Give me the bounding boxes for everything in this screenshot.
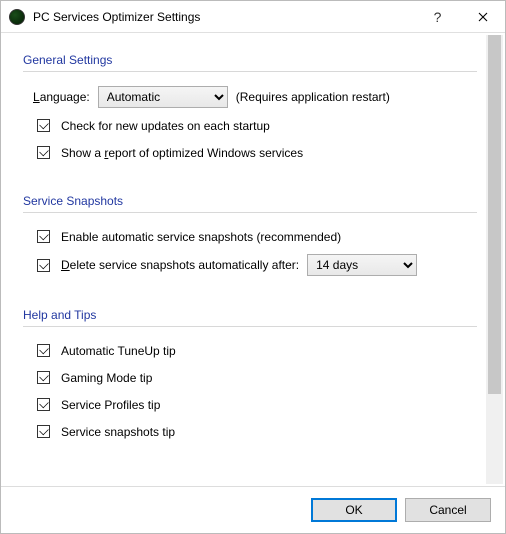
- check-updates-label: Check for new updates on each startup: [61, 119, 270, 133]
- delete-snapshots-checkbox[interactable]: [37, 259, 50, 272]
- tip-profiles-checkbox[interactable]: [37, 398, 50, 411]
- show-report-row[interactable]: Show a report of optimized Windows servi…: [33, 143, 477, 162]
- cancel-button[interactable]: Cancel: [405, 498, 491, 522]
- check-updates-checkbox[interactable]: [37, 119, 50, 132]
- tip-snapshots-checkbox[interactable]: [37, 425, 50, 438]
- close-button[interactable]: [460, 1, 505, 32]
- language-row: Language: Automatic (Requires applicatio…: [33, 86, 477, 108]
- tip-auto-tuneup-label: Automatic TuneUp tip: [61, 344, 176, 358]
- show-report-checkbox[interactable]: [37, 146, 50, 159]
- help-tips-heading: Help and Tips: [23, 308, 477, 322]
- show-report-label: Show a report of optimized Windows servi…: [61, 146, 303, 160]
- scrollbar-thumb[interactable]: [488, 35, 501, 394]
- close-icon: [478, 12, 488, 22]
- app-icon: [9, 9, 25, 25]
- tip-gaming-checkbox[interactable]: [37, 371, 50, 384]
- tip-profiles-row[interactable]: Service Profiles tip: [33, 395, 477, 414]
- tip-gaming-row[interactable]: Gaming Mode tip: [33, 368, 477, 387]
- tip-auto-tuneup-checkbox[interactable]: [37, 344, 50, 357]
- delete-after-select[interactable]: 14 days: [307, 254, 417, 276]
- tip-profiles-label: Service Profiles tip: [61, 398, 160, 412]
- language-note: (Requires application restart): [236, 90, 390, 104]
- divider: [23, 71, 477, 72]
- delete-snapshots-label: Delete service snapshots automatically a…: [61, 258, 299, 272]
- client-area: General Settings Language: Automatic (Re…: [1, 33, 505, 533]
- tip-snapshots-label: Service snapshots tip: [61, 425, 175, 439]
- general-settings-heading: General Settings: [23, 53, 477, 67]
- scroll-area: General Settings Language: Automatic (Re…: [1, 33, 505, 486]
- help-button[interactable]: ?: [415, 1, 460, 32]
- tip-auto-tuneup-row[interactable]: Automatic TuneUp tip: [33, 341, 477, 360]
- service-snapshots-heading: Service Snapshots: [23, 194, 477, 208]
- enable-snapshots-checkbox[interactable]: [37, 230, 50, 243]
- delete-snapshots-row[interactable]: Delete service snapshots automatically a…: [33, 254, 477, 276]
- ok-button[interactable]: OK: [311, 498, 397, 522]
- titlebar: PC Services Optimizer Settings ?: [1, 1, 505, 33]
- divider: [23, 326, 477, 327]
- dialog-footer: OK Cancel: [1, 487, 505, 533]
- tip-snapshots-row[interactable]: Service snapshots tip: [33, 422, 477, 441]
- language-select[interactable]: Automatic: [98, 86, 228, 108]
- enable-snapshots-row[interactable]: Enable automatic service snapshots (reco…: [33, 227, 477, 246]
- window-title: PC Services Optimizer Settings: [33, 10, 415, 24]
- tip-gaming-label: Gaming Mode tip: [61, 371, 152, 385]
- check-updates-row[interactable]: Check for new updates on each startup: [33, 116, 477, 135]
- vertical-scrollbar[interactable]: [486, 35, 503, 484]
- divider: [23, 212, 477, 213]
- language-label: Language:: [33, 90, 90, 104]
- enable-snapshots-label: Enable automatic service snapshots (reco…: [61, 230, 341, 244]
